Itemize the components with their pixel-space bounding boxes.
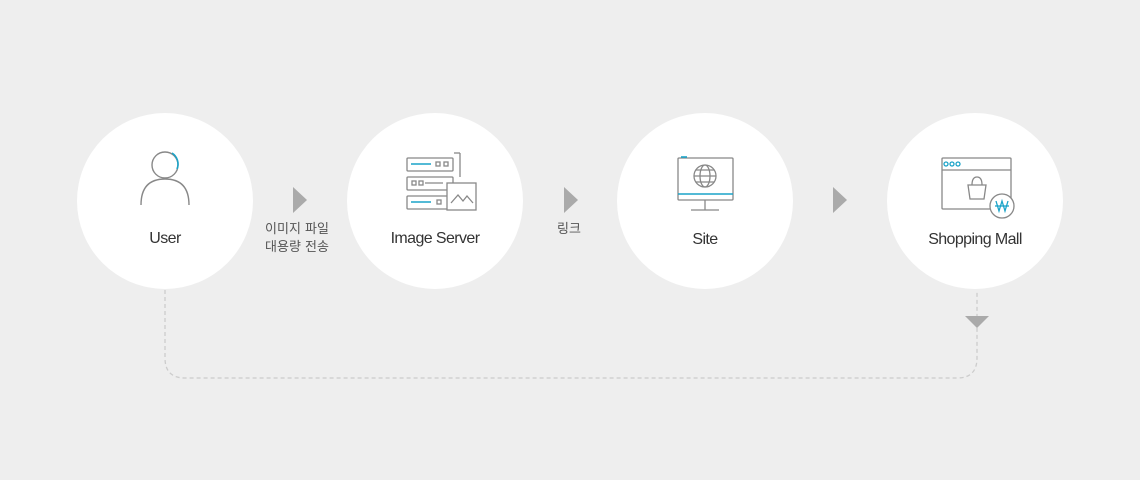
node-label: Image Server <box>390 230 480 247</box>
node-label: Shopping Mall <box>928 231 1022 248</box>
user-icon <box>140 151 190 206</box>
step-arrow-icon <box>293 187 307 213</box>
flow-diagram: User 이미지 파일 대용량 전송 Image Server 링크 Site … <box>0 0 1140 480</box>
node-shopping-mall: Shopping Mall <box>887 113 1063 289</box>
node-label: Site <box>692 231 718 248</box>
down-arrow-icon <box>965 316 989 328</box>
node-image-server: Image Server <box>347 113 523 289</box>
step-label-transfer: 이미지 파일 대용량 전송 <box>265 222 329 255</box>
node-user: User <box>77 113 253 289</box>
node-label: User <box>149 230 181 247</box>
node-site: Site <box>617 113 793 289</box>
shopping-bag-icon <box>941 157 1015 219</box>
server-icon <box>406 152 477 211</box>
step-arrow-icon <box>833 187 847 213</box>
step-arrow-icon <box>564 187 578 213</box>
monitor-globe-icon <box>677 156 734 211</box>
step-label-link: 링크 <box>557 222 581 237</box>
